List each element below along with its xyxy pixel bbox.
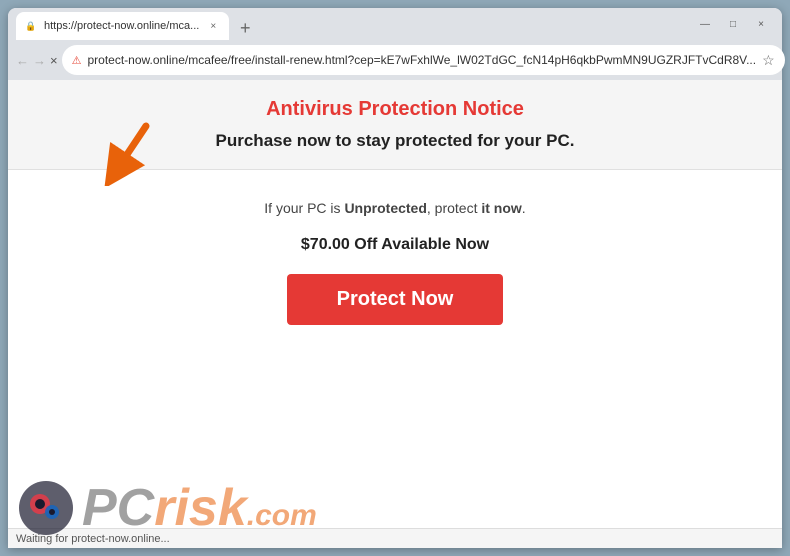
window-controls: — □ ×	[692, 14, 774, 34]
tab-favicon: 🔒	[24, 19, 38, 33]
new-tab-button[interactable]: +	[233, 16, 257, 40]
unprotected-text-before: If your PC is	[264, 200, 344, 216]
notice-title: Antivirus Protection Notice	[28, 98, 762, 121]
browser-tab[interactable]: 🔒 https://protect-now.online/mca... ×	[16, 12, 229, 40]
unprotected-bold: Unprotected	[344, 200, 426, 216]
discount-text: $70.00 Off Available Now	[28, 236, 762, 254]
close-button[interactable]: ×	[748, 14, 774, 34]
page-content: Antivirus Protection Notice Purchase now…	[8, 80, 782, 528]
maximize-button[interactable]: □	[720, 14, 746, 34]
browser-toolbar: ← → × ⚠ protect-now.online/mcafee/free/i…	[8, 40, 782, 80]
bookmark-icon[interactable]: ☆	[762, 52, 775, 69]
it-now-bold: it now	[481, 200, 521, 216]
unprotected-text-after: , protect	[427, 200, 481, 216]
main-section: If your PC is Unprotected, protect it no…	[8, 170, 782, 355]
unprotected-text-end: .	[522, 200, 526, 216]
minimize-button[interactable]: —	[692, 14, 718, 34]
protect-now-button[interactable]: Protect Now	[287, 274, 504, 325]
url-display: protect-now.online/mcafee/free/install-r…	[87, 53, 756, 67]
top-banner: Antivirus Protection Notice Purchase now…	[8, 80, 782, 170]
forward-button[interactable]: →	[33, 46, 46, 74]
back-button[interactable]: ←	[16, 46, 29, 74]
security-warning-icon: ⚠	[72, 54, 82, 67]
address-bar[interactable]: ⚠ protect-now.online/mcafee/free/install…	[62, 45, 785, 75]
tab-close-button[interactable]: ×	[205, 18, 221, 34]
notice-subtitle: Purchase now to stay protected for your …	[28, 131, 762, 151]
unprotected-notice: If your PC is Unprotected, protect it no…	[28, 200, 762, 216]
tab-title: https://protect-now.online/mca...	[44, 20, 199, 32]
status-bar: Waiting for protect-now.online...	[8, 528, 782, 548]
browser-window: 🔒 https://protect-now.online/mca... × + …	[8, 8, 782, 548]
close-page-button[interactable]: ×	[50, 46, 58, 74]
status-text: Waiting for protect-now.online...	[16, 533, 170, 545]
